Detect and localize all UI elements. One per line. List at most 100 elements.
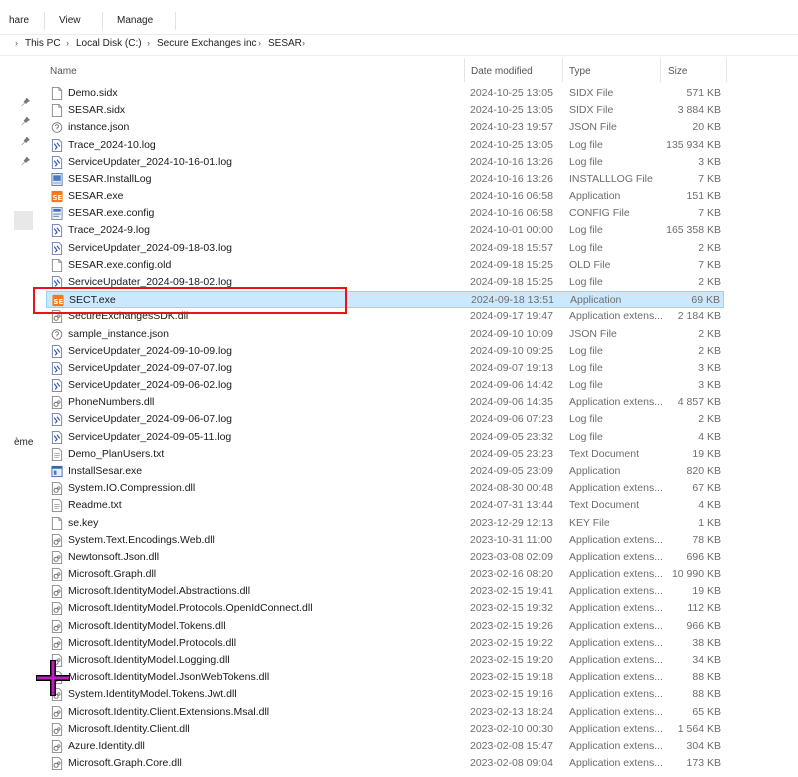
file-row[interactable]: System.Text.Encodings.Web.dll 2023-10-31 … — [46, 532, 724, 549]
column-divider[interactable] — [660, 58, 661, 82]
breadcrumb-this-pc[interactable]: This PC — [25, 38, 61, 49]
file-row[interactable]: System.IO.Compression.dll 2024-08-30 00:4… — [46, 480, 724, 497]
file-size: 2 KB — [698, 241, 721, 254]
file-type: Log file — [569, 241, 603, 254]
file-row[interactable]: sample_instance.json 2024-09-10 10:09 JSON… — [46, 326, 724, 343]
file-row[interactable]: Demo_PlanUsers.txt 2024-09-05 23:23 Text D… — [46, 446, 724, 463]
nav-item-label[interactable]: ème — [14, 437, 33, 448]
file-date-modified: 2023-02-15 19:22 — [470, 636, 553, 649]
chevron-right-icon: › — [15, 38, 18, 48]
file-size: 151 KB — [686, 190, 721, 203]
file-row[interactable]: SESAR.exe.config 2024-10-16 06:58 CONFIG F… — [46, 205, 724, 222]
breadcrumb-secure-exchanges[interactable]: Secure Exchanges inc — [157, 38, 257, 49]
file-size: 7 KB — [698, 172, 721, 185]
file-row[interactable]: ServiceUpdater_2024-09-06-07.log 2024-09-… — [46, 411, 724, 428]
file-date-modified: 2024-09-18 15:57 — [470, 241, 553, 254]
file-row[interactable]: Microsoft.IdentityModel.JsonWebTokens.dl… — [46, 669, 724, 686]
file-date-modified: 2023-02-15 19:18 — [470, 671, 553, 684]
file-size: 4 KB — [698, 499, 721, 512]
breadcrumb-local-disk[interactable]: Local Disk (C:) — [76, 38, 142, 49]
file-type: Log file — [569, 138, 603, 151]
file-row[interactable]: System.IdentityModel.Tokens.Jwt.dll 2023-… — [46, 686, 724, 703]
file-row[interactable]: instance.json 2024-10-23 19:57 JSON File 20… — [46, 119, 724, 136]
file-name: System.Text.Encodings.Web.dll — [68, 533, 215, 546]
ribbon-tab-share[interactable]: hare — [9, 15, 29, 26]
file-row[interactable]: Microsoft.Identity.Client.Extensions.Msa… — [46, 704, 724, 721]
file-row[interactable]: ServiceUpdater_2024-09-18-03.log 2024-09-… — [46, 240, 724, 257]
file-date-modified: 2024-10-16 06:58 — [470, 207, 553, 220]
file-row[interactable]: Microsoft.Identity.Client.dll 2023-02-10 … — [46, 721, 724, 738]
file-type: Application extens... — [569, 671, 663, 684]
file-date-modified: 2024-09-18 15:25 — [470, 276, 553, 288]
file-size: 696 KB — [686, 550, 721, 563]
file-row[interactable]: se.key 2023-12-29 12:13 KEY File 1 KB — [46, 515, 724, 532]
file-name: System.IdentityModel.Tokens.Jwt.dll — [68, 688, 237, 701]
file-name: InstallSesar.exe — [68, 465, 143, 477]
file-row[interactable]: PhoneNumbers.dll 2024-09-06 14:35 Applicat… — [46, 394, 724, 411]
column-header-name[interactable]: Name — [50, 66, 77, 77]
file-type: Log file — [569, 379, 603, 392]
file-row[interactable]: ServiceUpdater_2024-09-06-02.log 2024-09-… — [46, 377, 724, 394]
file-row[interactable]: Demo.sidx 2024-10-25 13:05 SIDX File 571 KB — [46, 85, 724, 102]
pin-icon[interactable] — [21, 97, 31, 107]
file-name: Readme.txt — [68, 499, 122, 512]
file-row[interactable]: Microsoft.IdentityModel.Tokens.dll 2023-0… — [46, 618, 724, 635]
file-row[interactable]: Microsoft.Graph.Core.dll 2023-02-08 09:04… — [46, 755, 724, 772]
file-row[interactable]: Azure.Identity.dll 2023-02-08 15:47 Applic… — [46, 738, 724, 755]
file-date-modified: 2024-09-10 09:25 — [470, 344, 553, 357]
file-size: 571 KB — [686, 87, 721, 99]
file-row[interactable]: ServiceUpdater_2024-09-07-07.log 2024-09-… — [46, 360, 724, 377]
file-row[interactable]: Newtonsoft.Json.dll 2023-03-08 02:09 Appli… — [46, 549, 724, 566]
file-row[interactable]: SESAR.exe.config.old 2024-09-18 15:25 OLD … — [46, 257, 724, 274]
file-row[interactable]: Microsoft.IdentityModel.Abstractions.dll… — [46, 583, 724, 600]
column-divider[interactable] — [562, 58, 563, 82]
ribbon-tab-view[interactable]: View — [59, 15, 81, 26]
file-name: ServiceUpdater_2024-09-05-11.log — [68, 430, 232, 443]
ribbon: hare View Manage — [0, 0, 798, 32]
pin-icon[interactable] — [21, 136, 31, 146]
file-size: 3 KB — [698, 379, 721, 392]
file-type: Application extens... — [569, 636, 663, 649]
column-divider[interactable] — [726, 58, 727, 82]
file-type: Text Document — [569, 499, 640, 512]
file-row[interactable]: Microsoft.IdentityModel.Logging.dll 2023-… — [46, 652, 724, 669]
file-name: Microsoft.IdentityModel.Protocols.OpenId… — [68, 602, 313, 615]
file-size: 67 KB — [692, 482, 721, 495]
file-size: 69 KB — [691, 294, 720, 307]
column-header-date[interactable]: Date modified — [471, 66, 533, 77]
file-row[interactable]: Microsoft.Graph.dll 2023-02-16 08:20 Appli… — [46, 566, 724, 583]
file-size: 78 KB — [692, 533, 721, 546]
file-name: Trace_2024-9.log — [68, 224, 150, 237]
file-type: Application extens... — [569, 757, 663, 769]
file-name: ServiceUpdater_2024-09-06-07.log — [68, 413, 233, 426]
file-row[interactable]: Trace_2024-10.log 2024-10-25 13:05 Log fil… — [46, 137, 724, 154]
file-row[interactable]: ServiceUpdater_2024-09-10-09.log 2024-09-… — [46, 343, 724, 360]
file-row[interactable]: ServiceUpdater_2024-10-16-01.log 2024-10-… — [46, 154, 724, 171]
ribbon-divider — [175, 12, 176, 30]
pin-icon[interactable] — [21, 116, 31, 126]
column-header-type[interactable]: Type — [569, 66, 591, 77]
crosshair-cursor-icon — [36, 660, 70, 696]
file-row[interactable]: SESAR.InstallLog 2024-10-16 13:26 INSTALLL… — [46, 171, 724, 188]
file-row[interactable]: Trace_2024-9.log 2024-10-01 00:00 Log file… — [46, 222, 724, 239]
column-header-size[interactable]: Size — [668, 66, 687, 77]
file-date-modified: 2024-09-07 19:13 — [470, 361, 553, 374]
ribbon-tab-manage[interactable]: Manage — [117, 15, 153, 26]
file-row[interactable]: SE SESAR.exe 2024-10-16 06:58 Application 15… — [46, 188, 724, 205]
column-divider[interactable] — [464, 58, 465, 82]
file-type: OLD File — [569, 258, 611, 271]
file-row[interactable]: InstallSesar.exe 2024-09-05 23:09 Applicat… — [46, 463, 724, 480]
file-size: 304 KB — [686, 739, 721, 752]
nav-item-highlight[interactable] — [14, 211, 33, 230]
file-type: JSON File — [569, 327, 617, 340]
ribbon-divider — [44, 12, 45, 30]
file-row[interactable]: ServiceUpdater_2024-09-05-11.log 2024-09-… — [46, 429, 724, 446]
breadcrumb-sesar[interactable]: SESAR — [268, 38, 302, 49]
file-row[interactable]: Readme.txt 2024-07-31 13:44 Text Document 4… — [46, 497, 724, 514]
address-bar[interactable]: › This PC › Local Disk (C:) › Secure Exc… — [0, 34, 798, 56]
file-row[interactable]: SESAR.sidx 2024-10-25 13:05 SIDX File 3 884… — [46, 102, 724, 119]
file-row[interactable]: Microsoft.IdentityModel.Protocols.OpenId… — [46, 600, 724, 617]
file-row[interactable]: Microsoft.IdentityModel.Protocols.dll 202… — [46, 635, 724, 652]
pin-icon[interactable] — [21, 156, 31, 166]
file-date-modified: 2024-08-30 00:48 — [470, 482, 553, 495]
